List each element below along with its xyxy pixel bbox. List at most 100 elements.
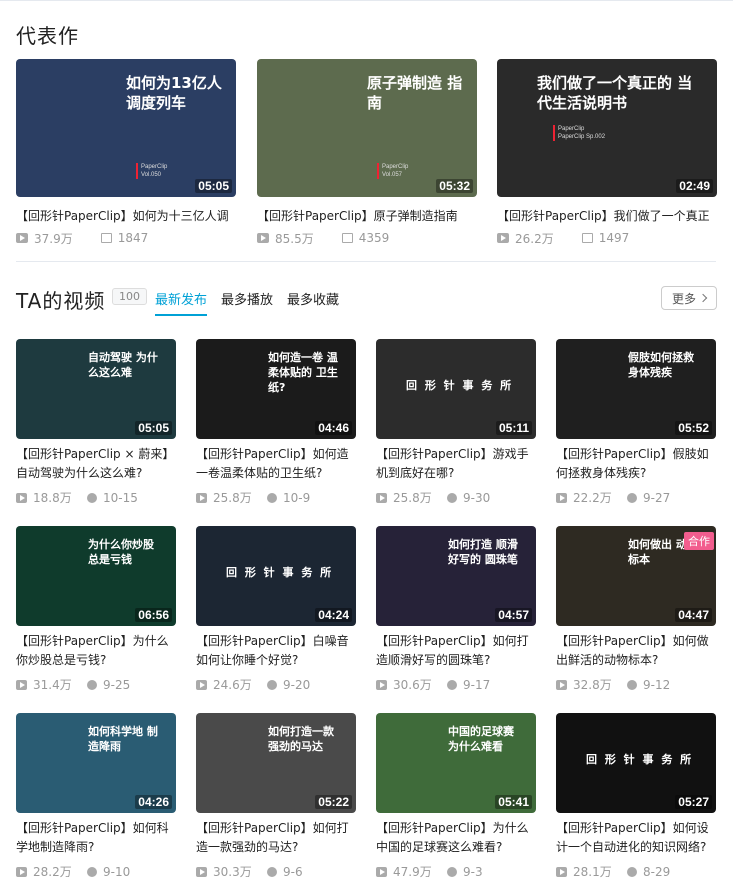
video-thumbnail[interactable]: 如何打造一款 强劲的马达 05:22: [196, 713, 356, 813]
publish-date: 9-20: [283, 677, 311, 692]
duration-badge: 02:49: [676, 179, 713, 193]
tab-most-played[interactable]: 最多播放: [221, 289, 273, 316]
play-count-icon: [376, 866, 387, 877]
video-card[interactable]: 为什么你炒股 总是亏钱 06:56 【回形针PaperClip】为什么你炒股总是亏钱…: [16, 526, 176, 693]
featured-card[interactable]: 原子弹制造 指南 PaperClip Vol.057 05:32 【回形针PaperCl…: [257, 59, 477, 246]
play-count-icon: [257, 233, 269, 243]
more-button[interactable]: 更多: [661, 286, 717, 310]
video-card[interactable]: 如何科学地 制造降雨 04:26 【回形针PaperClip】如何科学地制造降雨? 2…: [16, 713, 176, 880]
video-title[interactable]: 【回形针PaperClip】如何设计一个自动进化的知识网络?: [556, 819, 716, 857]
video-thumbnail[interactable]: 回 形 针 事 务 所 05:11: [376, 339, 536, 439]
video-meta: 18.8万 10-15: [16, 489, 176, 506]
video-title[interactable]: 【回形针PaperClip】如何打造顺滑好写的圆珠笔?: [376, 632, 536, 670]
video-title[interactable]: 【回形针PaperClip】原子弹制造指南: [257, 207, 477, 224]
video-card[interactable]: 回 形 针 事 务 所 04:24 【回形针PaperClip】白噪音如何让你睡个好…: [196, 526, 356, 693]
clock-icon: [267, 492, 277, 503]
view-count: 28.1万: [573, 865, 612, 879]
video-meta: 26.2万 1497: [497, 231, 717, 246]
tab-most-favorited[interactable]: 最多收藏: [287, 289, 339, 316]
duration-badge: 05:52: [675, 421, 712, 435]
video-thumbnail[interactable]: 假肢如何拯救 身体残疾 05:52: [556, 339, 716, 439]
play-count-icon: [376, 492, 387, 503]
thumbnail-overlay-text: 回 形 针 事 务 所: [226, 566, 334, 579]
video-thumbnail[interactable]: 中国的足球赛 为什么难看 05:41: [376, 713, 536, 813]
video-thumbnail[interactable]: 如何打造 顺滑好写的 圆珠笔 04:57: [376, 526, 536, 626]
video-thumbnail[interactable]: 回 形 针 事 务 所 05:27: [556, 713, 716, 813]
featured-thumbnail[interactable]: 我们做了一个真正的 当代生活说明书 PaperClip PaperClip Sp.0…: [497, 59, 717, 197]
video-meta: 25.8万 10-9: [196, 489, 356, 506]
publish-date: 9-12: [643, 677, 671, 692]
duration-badge: 04:24: [315, 608, 352, 622]
paperclip-vol-label: PaperClip PaperClip Sp.002: [553, 125, 605, 141]
play-count-icon: [376, 679, 387, 690]
view-count: 37.9万: [34, 231, 73, 246]
video-card[interactable]: 如何打造 顺滑好写的 圆珠笔 04:57 【回形针PaperClip】如何打造顺滑好…: [376, 526, 536, 693]
featured-card[interactable]: 我们做了一个真正的 当代生活说明书 PaperClip PaperClip Sp.0…: [497, 59, 717, 246]
video-title[interactable]: 【回形针PaperClip】白噪音如何让你睡个好觉?: [196, 632, 356, 670]
chevron-right-icon: [698, 293, 708, 303]
duration-badge: 05:32: [436, 179, 473, 193]
video-title[interactable]: 【回形针PaperClip × 蔚来】自动驾驶为什么这么难?: [16, 445, 176, 483]
view-count: 85.5万: [275, 231, 314, 246]
video-title[interactable]: 【回形针PaperClip】游戏手机到底好在哪?: [376, 445, 536, 483]
clock-icon: [87, 492, 97, 503]
featured-thumbnail[interactable]: 如何为13亿人 调度列车 PaperClip Vol.050 05:05: [16, 59, 236, 197]
duration-badge: 05:27: [675, 795, 712, 809]
featured-thumbnail[interactable]: 原子弹制造 指南 PaperClip Vol.057 05:32: [257, 59, 477, 197]
duration-badge: 05:11: [495, 421, 532, 435]
video-title[interactable]: 【回形针PaperClip】为什么中国的足球赛这么难看?: [376, 819, 536, 857]
video-thumbnail[interactable]: 自动驾驶 为什么这么难 05:05: [16, 339, 176, 439]
videos-section-title: TA的视频: [16, 289, 106, 313]
video-meta: 30.6万 9-17: [376, 676, 536, 693]
view-count: 30.3万: [213, 865, 252, 879]
video-title[interactable]: 【回形针PaperClip】如何做出鲜活的动物标本?: [556, 632, 716, 670]
video-title[interactable]: 【回形针PaperClip】如何造一卷温柔体贴的卫生纸?: [196, 445, 356, 483]
clock-icon: [627, 866, 637, 877]
video-thumbnail[interactable]: 如何做出 动物标本 合作 04:47: [556, 526, 716, 626]
play-count-icon: [16, 492, 27, 503]
vol-text: PaperClip Sp.002: [558, 134, 606, 140]
tab-latest[interactable]: 最新发布: [155, 289, 208, 316]
video-meta: 32.8万 9-12: [556, 676, 716, 693]
video-title[interactable]: 【回形针PaperClip】如何科学地制造降雨?: [16, 819, 176, 857]
video-thumbnail[interactable]: 如何科学地 制造降雨 04:26: [16, 713, 176, 813]
section-divider: [16, 261, 716, 262]
favorite-icon: [100, 233, 112, 243]
play-count-icon: [196, 866, 207, 877]
video-card[interactable]: 回 形 针 事 务 所 05:27 【回形针PaperClip】如何设计一个自动进化…: [556, 713, 716, 880]
video-meta: 24.6万 9-20: [196, 676, 356, 693]
video-title[interactable]: 【回形针PaperClip】如何为十三亿人调: [16, 207, 236, 224]
video-meta: 28.1万 8-29: [556, 863, 716, 880]
play-count-icon: [196, 492, 207, 503]
video-card[interactable]: 回 形 针 事 务 所 05:11 【回形针PaperClip】游戏手机到底好在哪?…: [376, 339, 536, 506]
play-count-icon: [556, 866, 567, 877]
featured-card[interactable]: 如何为13亿人 调度列车 PaperClip Vol.050 05:05 【回形针Pap…: [16, 59, 236, 246]
duration-badge: 05:22: [315, 795, 352, 809]
clock-icon: [447, 679, 457, 690]
video-thumbnail[interactable]: 为什么你炒股 总是亏钱 06:56: [16, 526, 176, 626]
thumbnail-overlay-text: 如何为13亿人 调度列车: [126, 74, 222, 113]
video-meta: 47.9万 9-3: [376, 863, 536, 880]
video-card[interactable]: 如何造一卷 温柔体贴的 卫生纸? 04:46 【回形针PaperClip】如何造一卷…: [196, 339, 356, 506]
video-title[interactable]: 【回形针PaperClip】我们做了一个真正: [497, 207, 717, 224]
video-thumbnail[interactable]: 回 形 针 事 务 所 04:24: [196, 526, 356, 626]
video-card[interactable]: 如何做出 动物标本 合作 04:47 【回形针PaperClip】如何做出鲜活的动物标…: [556, 526, 716, 693]
favorite-count: 4359: [358, 231, 390, 245]
thumbnail-overlay-text: 回 形 针 事 务 所: [586, 753, 694, 766]
video-title[interactable]: 【回形针PaperClip】如何打造一款强劲的马达?: [196, 819, 356, 857]
video-meta: 85.5万 4359: [257, 231, 477, 246]
view-count: 25.8万: [393, 491, 432, 505]
duration-badge: 06:56: [135, 608, 172, 622]
video-card[interactable]: 自动驾驶 为什么这么难 05:05 【回形针PaperClip × 蔚来】自动驾驶为…: [16, 339, 176, 506]
duration-badge: 04:46: [315, 421, 352, 435]
video-title[interactable]: 【回形针PaperClip】假肢如何拯救身体残疾?: [556, 445, 716, 483]
video-card[interactable]: 如何打造一款 强劲的马达 05:22 【回形针PaperClip】如何打造一款强劲的…: [196, 713, 356, 880]
sort-tabs: 最新发布 最多播放 最多收藏: [155, 289, 353, 316]
thumbnail-overlay-text: 我们做了一个真正的 当代生活说明书: [537, 74, 693, 113]
video-card[interactable]: 中国的足球赛 为什么难看 05:41 【回形针PaperClip】为什么中国的足球赛…: [376, 713, 536, 880]
video-title[interactable]: 【回形针PaperClip】为什么你炒股总是亏钱?: [16, 632, 176, 670]
video-meta: 30.3万 9-6: [196, 863, 356, 880]
video-thumbnail[interactable]: 如何造一卷 温柔体贴的 卫生纸? 04:46: [196, 339, 356, 439]
clock-icon: [87, 679, 97, 690]
video-card[interactable]: 假肢如何拯救 身体残疾 05:52 【回形针PaperClip】假肢如何拯救身体残疾…: [556, 339, 716, 506]
